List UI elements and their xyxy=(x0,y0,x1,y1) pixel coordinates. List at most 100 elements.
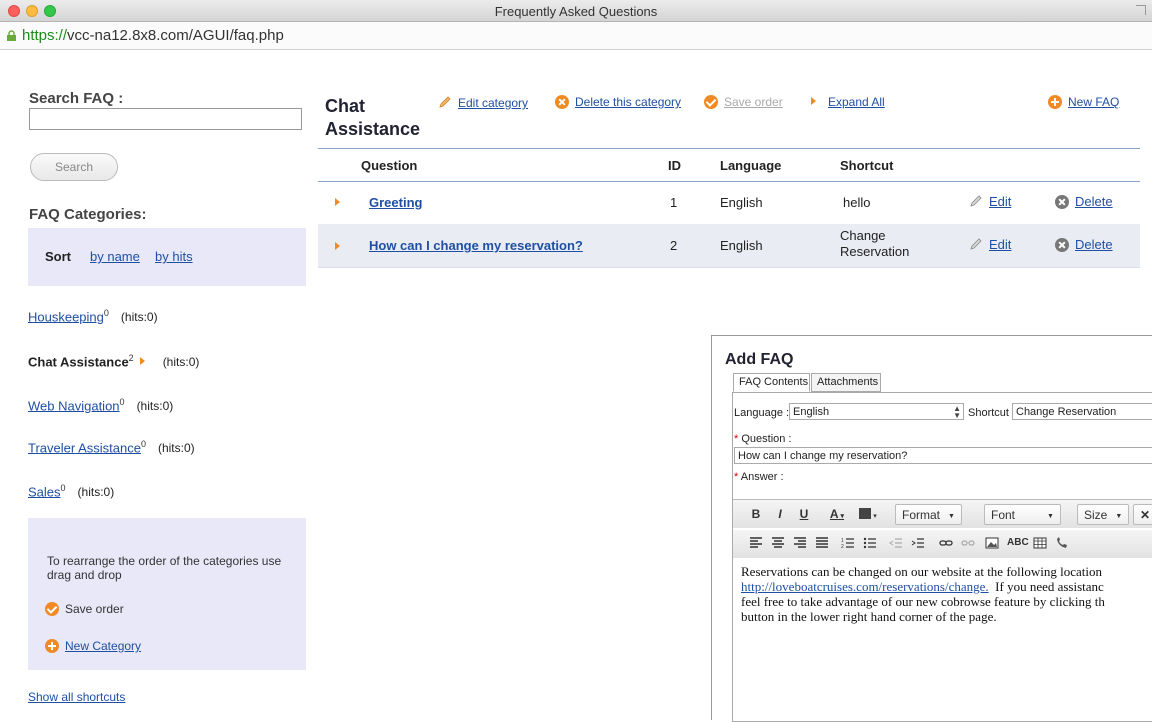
category-count: 0 xyxy=(119,397,125,407)
save-order-button[interactable]: Save order xyxy=(45,602,124,616)
save-order-disabled-button[interactable]: Save order xyxy=(704,95,783,109)
expand-row-icon[interactable] xyxy=(335,198,340,206)
pencil-icon xyxy=(439,96,451,108)
image-icon[interactable] xyxy=(985,537,999,549)
align-left-icon[interactable] xyxy=(749,537,763,549)
faq-id: 1 xyxy=(670,195,678,210)
tab-faq-contents[interactable]: FAQ Contents xyxy=(733,373,810,392)
window-titlebar: Frequently Asked Questions xyxy=(0,0,1152,22)
category-link[interactable]: Houskeeping xyxy=(28,309,104,324)
faq-shortcut: hello xyxy=(843,195,871,210)
column-header: Shortcut xyxy=(840,158,894,173)
answer-link[interactable]: http://loveboatcruises.com/reservations/… xyxy=(741,579,989,594)
background-color-button[interactable]: ▾ xyxy=(855,504,881,525)
align-right-icon[interactable] xyxy=(793,537,807,549)
category-item[interactable]: Traveler Assistance0 (hits:0) xyxy=(28,439,195,455)
category-link[interactable]: Sales xyxy=(28,484,61,499)
edit-faq-button[interactable]: Edit xyxy=(969,237,1011,252)
sort-by-name-link[interactable]: by name xyxy=(90,249,140,264)
align-center-icon[interactable] xyxy=(771,537,785,549)
search-button[interactable]: Search xyxy=(30,153,118,181)
question-link[interactable]: Greeting xyxy=(369,195,422,210)
underline-button[interactable]: U xyxy=(797,504,811,525)
category-item[interactable]: Web Navigation0 (hits:0) xyxy=(28,397,173,413)
numbered-list-icon[interactable]: 12 xyxy=(841,537,855,549)
question-label: * Question : xyxy=(734,433,792,445)
categories-heading: FAQ Categories: xyxy=(29,206,147,223)
table-icon[interactable] xyxy=(1033,537,1047,549)
category-item[interactable]: Sales0 (hits:0) xyxy=(28,483,114,499)
pencil-icon xyxy=(970,195,982,207)
shortcut-label: Shortcut : xyxy=(968,407,1016,419)
edit-faq-button[interactable]: Edit xyxy=(969,194,1011,209)
size-dropdown[interactable]: Size ▼ xyxy=(1077,504,1130,525)
delete-category-button[interactable]: Delete this category xyxy=(555,95,681,109)
category-hits: (hits:0) xyxy=(162,355,200,370)
answer-content[interactable]: Reservations can be changed on our websi… xyxy=(741,564,1152,624)
check-icon xyxy=(45,602,59,616)
new-faq-button[interactable]: New FAQ xyxy=(1048,95,1119,109)
faq-shortcut: Change Reservation xyxy=(840,228,910,259)
question-input[interactable]: How can I change my reservation? xyxy=(734,447,1152,464)
table-row[interactable]: Greeting 1 English hello Edit Delete xyxy=(318,182,1140,224)
add-faq-dialog: Add FAQ FAQ Contents Attachments Languag… xyxy=(711,335,1152,722)
arrow-right-icon xyxy=(811,97,816,105)
column-header: Language xyxy=(720,158,782,173)
address-bar[interactable]: https://vcc-na12.8x8.com/AGUI/faq.php xyxy=(0,22,1152,50)
font-dropdown[interactable]: Font ▼ xyxy=(984,504,1061,525)
url-text[interactable]: https://vcc-na12.8x8.com/AGUI/faq.php xyxy=(22,27,284,44)
search-input[interactable] xyxy=(29,108,302,130)
category-item[interactable]: Houskeeping0 (hits:0) xyxy=(28,308,158,324)
svg-text:2: 2 xyxy=(841,544,844,549)
fullscreen-icon[interactable] xyxy=(1136,5,1146,15)
chevron-down-icon: ▼ xyxy=(1115,513,1123,520)
tab-attachments[interactable]: Attachments xyxy=(811,373,881,392)
outdent-icon[interactable] xyxy=(889,537,903,549)
category-hits: (hits:0) xyxy=(157,441,195,456)
category-name[interactable]: Chat Assistance xyxy=(28,354,129,369)
spellcheck-icon[interactable]: ABC xyxy=(1007,533,1029,554)
sort-box: Sort by name by hits xyxy=(28,228,306,286)
delete-faq-button[interactable]: Delete xyxy=(1055,237,1113,252)
bold-button[interactable]: B xyxy=(749,504,763,525)
faq-form: Language : English ▲ ▼ Shortcut : Change R… xyxy=(732,392,1152,722)
expand-all-button[interactable]: Expand All xyxy=(811,95,885,109)
delete-icon xyxy=(1055,238,1069,252)
table-header: Question ID Language Shortcut xyxy=(318,148,1140,182)
chevron-down-icon: ▼ xyxy=(948,513,955,520)
format-dropdown[interactable]: Format ▼ xyxy=(895,504,962,525)
table-row[interactable]: How can I change my reservation? 2 Engli… xyxy=(318,224,1140,268)
phone-icon[interactable] xyxy=(1055,537,1069,549)
window-title: Frequently Asked Questions xyxy=(494,4,658,19)
shortcut-input[interactable]: Change Reservation xyxy=(1012,403,1152,420)
link-icon[interactable] xyxy=(939,537,953,549)
remove-format-button[interactable]: ✕ xyxy=(1133,504,1152,525)
edit-category-button[interactable]: Edit category xyxy=(438,95,528,110)
column-header: ID xyxy=(668,158,681,173)
category-item-active[interactable]: Chat Assistance2 (hits:0) xyxy=(28,353,199,369)
expand-row-icon[interactable] xyxy=(335,242,340,250)
category-link[interactable]: Web Navigation xyxy=(28,398,120,413)
italic-button[interactable]: I xyxy=(773,504,787,525)
delete-icon xyxy=(555,95,569,109)
category-hits: (hits:0) xyxy=(77,485,115,500)
text-color-button[interactable]: A ▾ xyxy=(825,504,849,525)
dialog-title: Add FAQ xyxy=(725,351,794,368)
check-icon xyxy=(704,95,718,109)
indent-icon[interactable] xyxy=(911,537,925,549)
faq-id: 2 xyxy=(670,238,678,253)
lock-icon xyxy=(7,30,16,41)
unlink-icon[interactable] xyxy=(961,537,975,549)
justify-icon[interactable] xyxy=(815,537,829,549)
show-all-shortcuts-link[interactable]: Show all shortcuts xyxy=(28,690,125,704)
plus-icon xyxy=(45,639,59,653)
delete-faq-button[interactable]: Delete xyxy=(1055,194,1113,209)
rich-text-editor[interactable]: B I U A ▾ ▾ Format▼ Font▼ Size▼ ✕ 12 xyxy=(733,499,1152,721)
sort-by-hits-link[interactable]: by hits xyxy=(155,249,193,264)
bullet-list-icon[interactable] xyxy=(863,537,877,549)
language-select[interactable]: English ▲ ▼ xyxy=(789,403,964,420)
question-link[interactable]: How can I change my reservation? xyxy=(369,238,583,253)
category-link[interactable]: Traveler Assistance xyxy=(28,440,141,455)
new-category-button[interactable]: New Category xyxy=(45,639,141,653)
delete-icon xyxy=(1055,195,1069,209)
